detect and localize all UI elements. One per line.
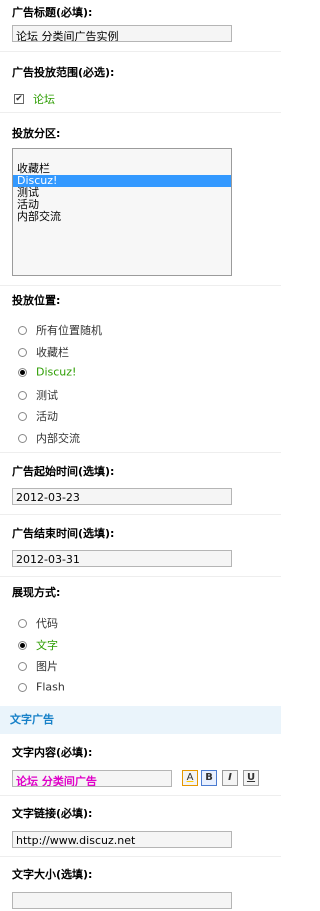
checkbox-checked-icon: ✔ [14,94,24,104]
start-time-label: 广告起始时间(选填): [12,465,115,478]
start-time-input[interactable]: 2012-03-23 [12,488,232,505]
listbox-item-selected[interactable]: Discuz! [13,175,231,187]
display-radio-image[interactable]: 图片 [18,658,58,673]
position-radio-all[interactable]: 所有位置随机 [18,322,102,337]
display-mode-label: 展现方式: [12,586,61,599]
radio-icon [18,390,27,400]
ad-scope-label: 广告投放范围(必选): [12,66,115,79]
bold-icon: B [205,772,213,783]
end-time-input[interactable]: 2012-03-31 [12,550,232,567]
position-radio-internal[interactable]: 内部交流 [18,430,80,445]
radio-icon [18,661,27,671]
ad-title-input[interactable]: 论坛 分类间广告实例 [12,25,232,42]
radio-icon [18,618,27,628]
radio-icon [18,433,27,443]
radio-icon [18,347,27,357]
position-radio-discuz[interactable]: Discuz! [18,365,76,379]
radio-label: 测试 [36,389,58,402]
radio-label: 所有位置随机 [36,324,102,337]
text-link-input[interactable]: http://www.discuz.net [12,831,232,848]
radio-icon [18,411,27,421]
italic-icon: I [228,772,232,783]
radio-label: 图片 [36,660,58,673]
radio-label: 收藏栏 [36,346,69,359]
radio-label: 代码 [36,617,58,630]
text-content-label: 文字内容(必填): [12,746,93,759]
radio-icon [18,325,27,335]
display-radio-code[interactable]: 代码 [18,615,58,630]
text-size-input[interactable] [12,892,232,909]
underline-icon: U [246,772,256,783]
radio-icon [18,682,27,692]
radio-selected-icon [18,367,27,377]
underline-button[interactable]: U [243,770,259,786]
radio-label: 活动 [36,410,58,423]
display-radio-text[interactable]: 文字 [18,637,58,652]
text-ad-section-heading: 文字广告 [0,706,281,734]
bold-button[interactable]: B [201,770,217,786]
radio-selected-icon [18,640,27,650]
position-radio-test[interactable]: 测试 [18,387,58,402]
ad-scope-option-label: 论坛 [33,93,55,106]
position-radio-activity[interactable]: 活动 [18,408,58,423]
italic-button[interactable]: I [222,770,238,786]
font-color-icon: A [186,772,194,783]
position-radio-favorites[interactable]: 收藏栏 [18,344,69,359]
text-link-label: 文字链接(必填): [12,807,93,820]
display-radio-flash[interactable]: Flash [18,680,65,694]
text-content-input[interactable]: 论坛 分类间广告 [12,770,172,787]
listbox-item[interactable]: 测试 [13,187,231,199]
ad-position-label: 投放位置: [12,294,61,307]
ad-zone-listbox[interactable]: 收藏栏 Discuz! 测试 活动 内部交流 [12,148,232,276]
text-size-label: 文字大小(选填): [12,868,93,881]
text-color-button[interactable]: A [182,770,198,786]
radio-label: 文字 [36,639,58,652]
radio-label: 内部交流 [36,432,80,445]
end-time-label: 广告结束时间(选填): [12,527,115,540]
radio-label: Flash [36,680,65,694]
ad-scope-forum-checkbox[interactable]: ✔ 论坛 [14,91,55,106]
ad-zone-label: 投放分区: [12,127,61,140]
radio-label: Discuz! [36,365,77,379]
ad-title-label: 广告标题(必填): [12,6,93,19]
listbox-item[interactable]: 内部交流 [13,211,231,223]
